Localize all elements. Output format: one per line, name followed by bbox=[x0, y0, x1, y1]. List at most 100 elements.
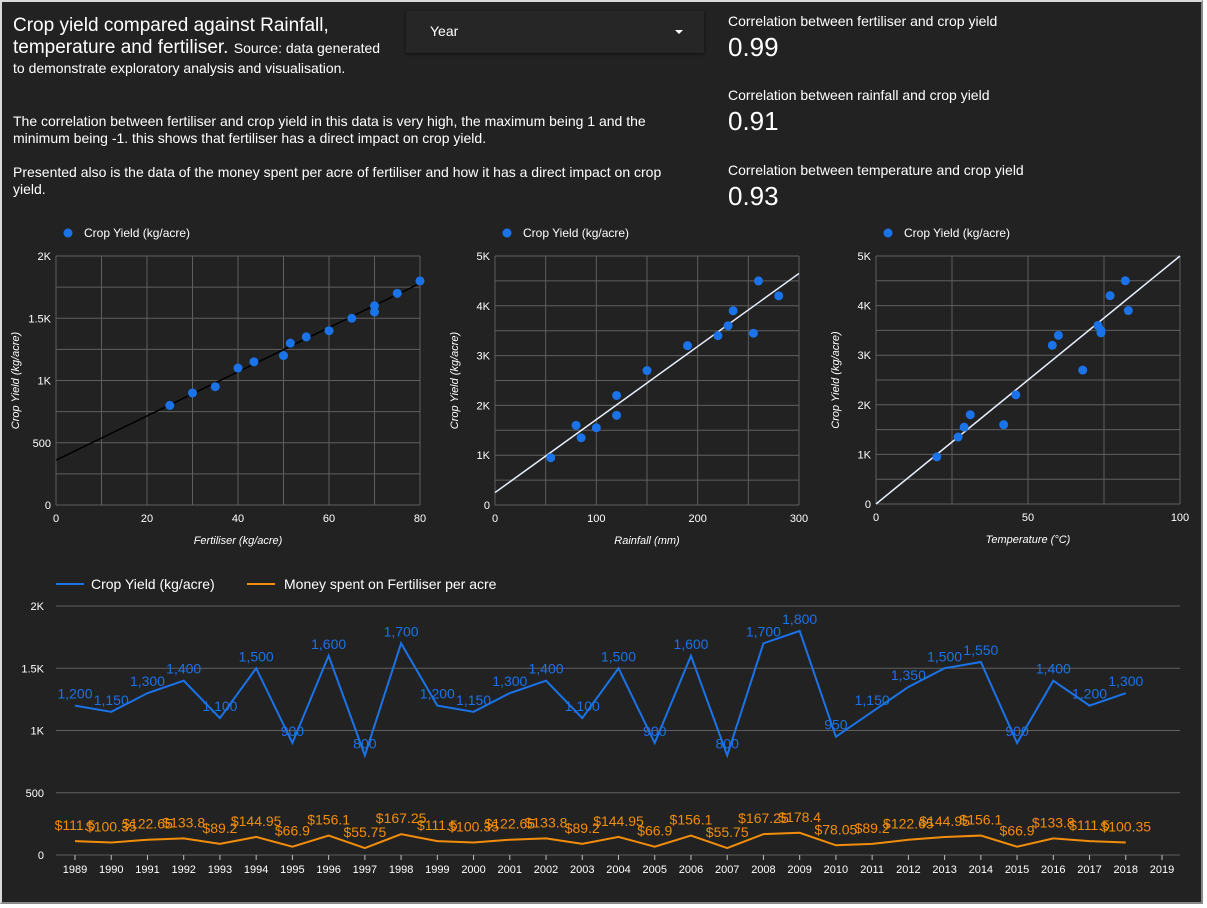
line-data-label-crop-yield: 1,150 bbox=[855, 692, 890, 708]
scatter-1-data-point bbox=[210, 382, 220, 392]
line-data-label-fertiliser-spend: $156.1 bbox=[959, 812, 1002, 828]
line-chart-x-tick-label: 1993 bbox=[208, 864, 232, 876]
line-data-label-crop-yield: 1,150 bbox=[456, 692, 491, 708]
scatter-3-data-point bbox=[1053, 330, 1063, 340]
line-data-label-crop-yield: 900 bbox=[643, 723, 667, 739]
scatter-2-data-point bbox=[723, 321, 733, 331]
scatter-3-y-tick-label: 2K bbox=[858, 400, 872, 412]
scatter-2-data-point bbox=[728, 306, 738, 316]
line-data-label-crop-yield: 1,100 bbox=[202, 698, 237, 714]
scatter-2-y-axis-title: Crop Yield (kg/acre) bbox=[449, 331, 461, 429]
line-chart-x-tick-label: 1989 bbox=[63, 864, 87, 876]
line-data-label-fertiliser-spend: $66.9 bbox=[1000, 823, 1035, 839]
scatter-1-data-point bbox=[392, 288, 402, 298]
line-data-label-crop-yield: 1,300 bbox=[492, 673, 527, 689]
line-chart-x-tick-label: 2003 bbox=[570, 864, 594, 876]
scatter-1-data-point bbox=[415, 276, 425, 286]
line-chart-x-tick-label: 2006 bbox=[679, 864, 703, 876]
line-data-label-crop-yield: 800 bbox=[716, 735, 740, 751]
line-data-label-fertiliser-spend: $55.75 bbox=[343, 824, 386, 840]
line-data-label-fertiliser-spend: $66.9 bbox=[275, 823, 310, 839]
line-data-label-crop-yield: 800 bbox=[353, 735, 377, 751]
line-chart-x-tick-label: 2018 bbox=[1114, 864, 1138, 876]
scatter-2-y-tick-label: 5K bbox=[477, 251, 491, 263]
scatter-3-data-point bbox=[965, 410, 975, 420]
scatter-1-legend-marker bbox=[63, 228, 73, 238]
scatter-2-data-point bbox=[753, 276, 763, 286]
line-legend-crop-yield-label: Crop Yield (kg/acre) bbox=[91, 576, 215, 592]
line-data-label-fertiliser-spend: $133.8 bbox=[525, 814, 568, 830]
line-data-label-crop-yield: 900 bbox=[281, 723, 305, 739]
scatter-1-x-tick-label: 20 bbox=[141, 513, 153, 525]
scatter-1-x-tick-label: 60 bbox=[323, 513, 335, 525]
scatter-3-data-point bbox=[999, 420, 1009, 430]
line-chart-x-tick-label: 2008 bbox=[751, 864, 775, 876]
scatter-2-data-point bbox=[774, 291, 784, 301]
line-data-label-crop-yield: 1,600 bbox=[311, 636, 346, 652]
line-chart-x-tick-label: 1991 bbox=[135, 864, 159, 876]
line-chart-x-tick-label: 2002 bbox=[534, 864, 558, 876]
line-data-label-crop-yield: 1,400 bbox=[529, 661, 564, 677]
line-data-label-crop-yield: 1,150 bbox=[94, 692, 129, 708]
line-chart-x-tick-label: 2014 bbox=[969, 864, 993, 876]
line-data-label-crop-yield: 1,200 bbox=[57, 686, 92, 702]
scatter-2-y-tick-label: 0 bbox=[484, 500, 490, 512]
scatter-3-y-tick-label: 5K bbox=[858, 251, 872, 263]
scatter-3-y-tick-label: 1K bbox=[858, 449, 872, 461]
scatter-2-y-tick-label: 4K bbox=[477, 301, 491, 313]
line-chart-y-tick-label: 1.5K bbox=[21, 663, 44, 675]
scatter-1-data-point bbox=[301, 332, 311, 342]
line-chart-x-tick-label: 1999 bbox=[425, 864, 449, 876]
line-chart-x-tick-label: 1994 bbox=[244, 864, 268, 876]
scatter-3-data-point bbox=[1011, 390, 1021, 400]
scatter-3-data-point bbox=[1047, 340, 1057, 350]
scatter-1-legend-label: Crop Yield (kg/acre) bbox=[84, 226, 190, 240]
scatter-2-data-point bbox=[612, 410, 622, 420]
scatter-2-data-point bbox=[748, 328, 758, 338]
scatter-3-x-tick-label: 50 bbox=[1022, 512, 1034, 524]
scatter-1-data-point bbox=[233, 363, 243, 373]
line-chart-x-tick-label: 1997 bbox=[353, 864, 377, 876]
scatter-3-legend-marker bbox=[883, 228, 893, 238]
line-chart-x-tick-label: 1990 bbox=[99, 864, 123, 876]
scatter-1-data-point bbox=[249, 357, 259, 367]
scatter-1-x-tick-label: 0 bbox=[53, 513, 59, 525]
scatter-1-data-point bbox=[279, 351, 288, 361]
line-data-label-crop-yield: 1,550 bbox=[963, 642, 998, 658]
line-data-label-crop-yield: 900 bbox=[1005, 723, 1029, 739]
scatter-2-data-point bbox=[683, 341, 693, 351]
line-data-label-crop-yield: 1,400 bbox=[166, 661, 201, 677]
scatter-3-y-tick-label: 3K bbox=[858, 350, 872, 362]
line-data-label-fertiliser-spend: $78.05 bbox=[814, 821, 857, 837]
scatter-2-data-point bbox=[576, 433, 586, 443]
scatter-3-x-tick-label: 100 bbox=[1171, 512, 1189, 524]
scatter-3-data-point bbox=[1123, 306, 1133, 316]
scatter-1-y-tick-label: 500 bbox=[33, 438, 51, 450]
scatter-1-y-tick-label: 1K bbox=[38, 376, 52, 388]
line-chart-x-tick-label: 1996 bbox=[316, 864, 340, 876]
scatter-1-data-point bbox=[324, 326, 334, 336]
line-chart-x-tick-label: 2005 bbox=[642, 864, 666, 876]
line-chart-x-tick-label: 2000 bbox=[461, 864, 485, 876]
line-data-label-crop-yield: 1,500 bbox=[927, 648, 962, 664]
scatter-3-x-axis-title: Temperature (°C) bbox=[986, 534, 1071, 546]
scatter-1-data-point bbox=[165, 400, 175, 410]
line-chart-x-tick-label: 2001 bbox=[498, 864, 522, 876]
line-data-label-crop-yield: 1,700 bbox=[384, 623, 419, 639]
scatter-3-data-point bbox=[1105, 291, 1115, 301]
scatter-3-data-point bbox=[959, 422, 969, 432]
scatter-3-x-tick-label: 0 bbox=[873, 512, 879, 524]
line-data-label-crop-yield: 1,300 bbox=[130, 673, 165, 689]
scatter-2-data-point bbox=[591, 423, 601, 433]
scatter-1-data-point bbox=[188, 388, 197, 398]
line-legend-fertiliser-label: Money spent on Fertiliser per acre bbox=[284, 576, 497, 592]
line-data-label-crop-yield: 1,400 bbox=[1036, 661, 1071, 677]
charts-canvas: 0 20 40 60 8005001K1.5K2KFertiliser (kg/acre… bbox=[10, 226, 1189, 876]
scatter-1-y-axis-title: Crop Yield (kg/acre) bbox=[10, 331, 22, 429]
line-chart-x-tick-label: 1992 bbox=[171, 864, 195, 876]
scatter-3-data-point bbox=[932, 452, 942, 462]
line-data-label-crop-yield: 1,700 bbox=[746, 623, 781, 639]
line-chart-x-tick-label: 2010 bbox=[824, 864, 848, 876]
line-chart-x-tick-label: 2019 bbox=[1150, 864, 1174, 876]
line-chart-y-tick-label: 1K bbox=[31, 726, 45, 738]
